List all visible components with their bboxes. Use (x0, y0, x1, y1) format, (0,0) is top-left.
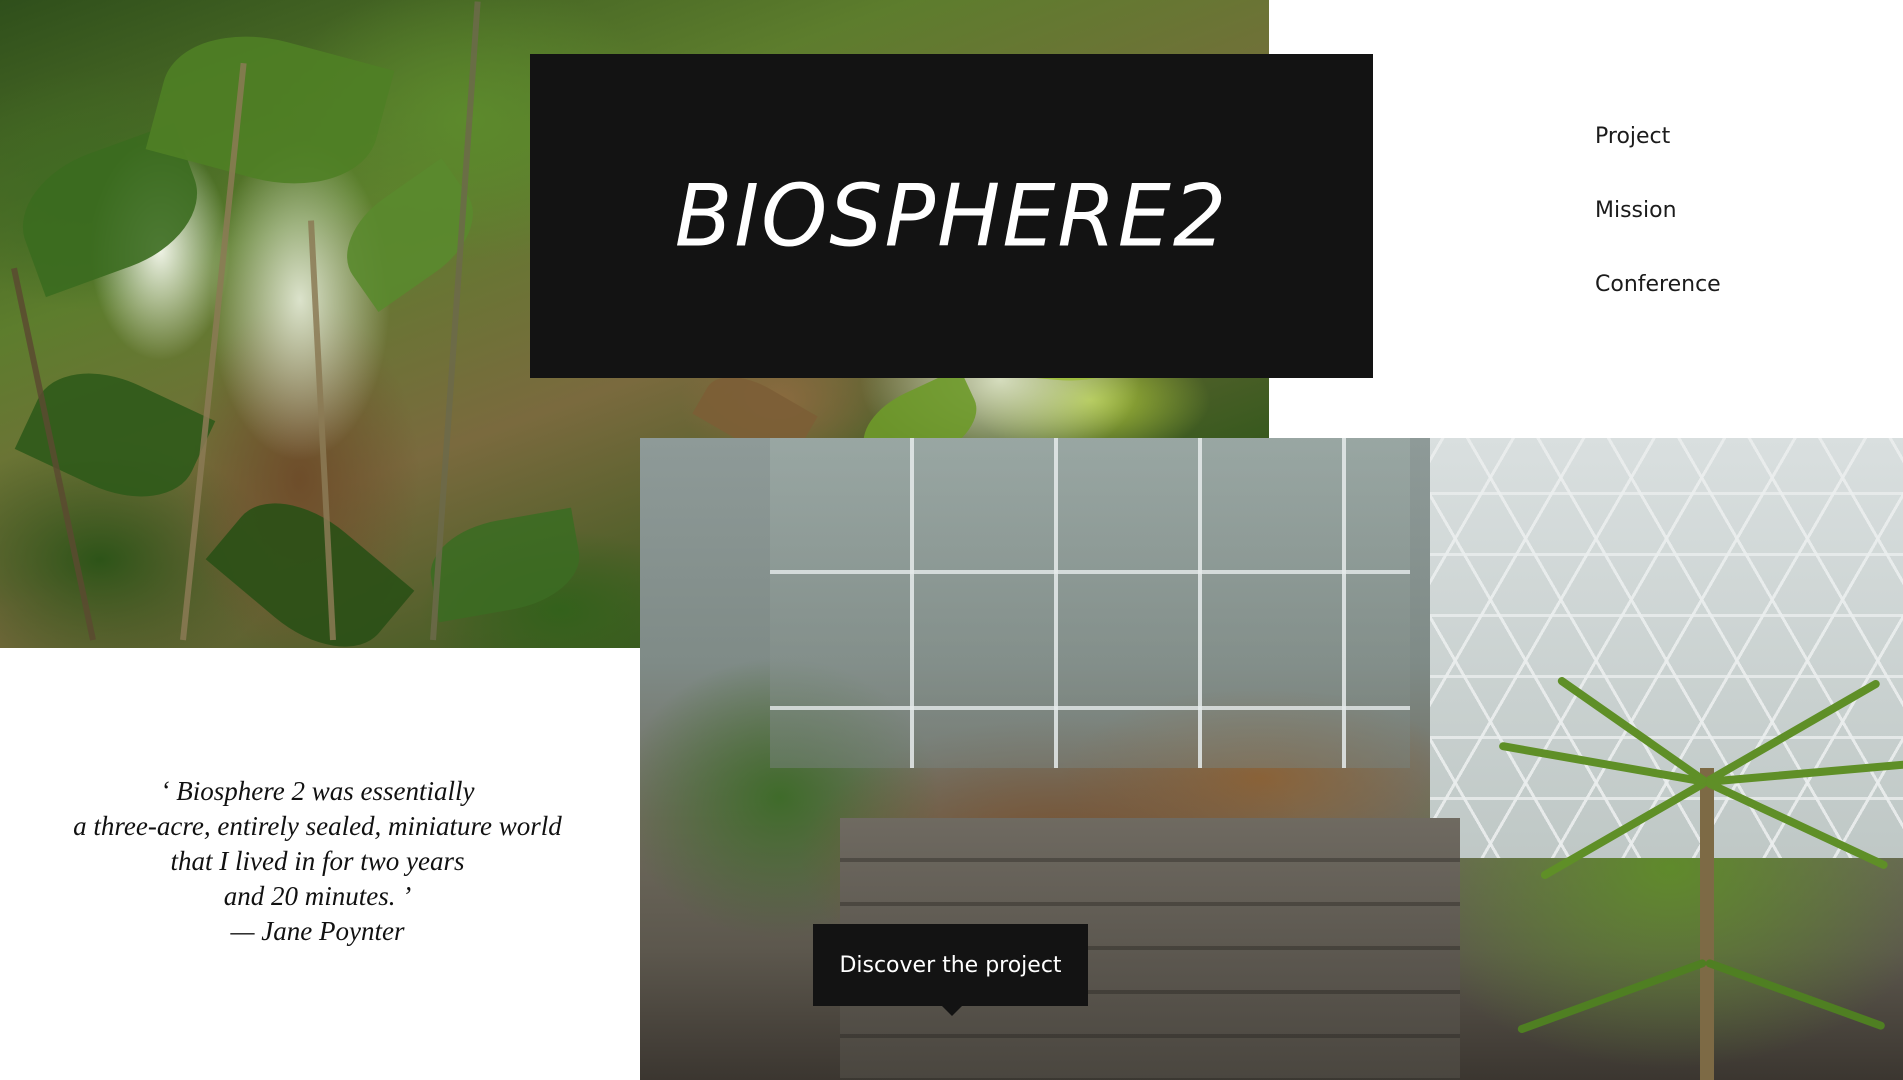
quote: ‘ Biosphere 2 was essentially a three-ac… (30, 774, 605, 949)
nav-item-project[interactable]: Project (1595, 124, 1721, 150)
site-title[interactable]: BIOSPHERE2 (675, 166, 1229, 266)
quote-line: that I lived in for two years (170, 846, 465, 876)
quote-line: ‘ Biosphere 2 was essentially (160, 776, 475, 806)
quote-line: and 20 minutes. ’ (223, 881, 412, 911)
button-pointer-arrow (940, 1004, 964, 1016)
palm-trunk (1700, 768, 1714, 1080)
nav-item-conference[interactable]: Conference (1595, 272, 1721, 298)
greenhouse-glass-wall (770, 438, 1410, 768)
main-nav: Project Mission Conference (1595, 124, 1721, 346)
nav-item-mission[interactable]: Mission (1595, 198, 1721, 224)
title-block: BIOSPHERE2 (530, 54, 1373, 378)
geodesic-dome (1430, 438, 1903, 858)
page: BIOSPHERE2 Project Mission Conference ‘ … (0, 0, 1903, 1080)
quote-author: — Jane Poynter (230, 916, 405, 946)
quote-line: a three-acre, entirely sealed, miniature… (73, 811, 562, 841)
discover-project-button[interactable]: Discover the project (813, 924, 1088, 1006)
